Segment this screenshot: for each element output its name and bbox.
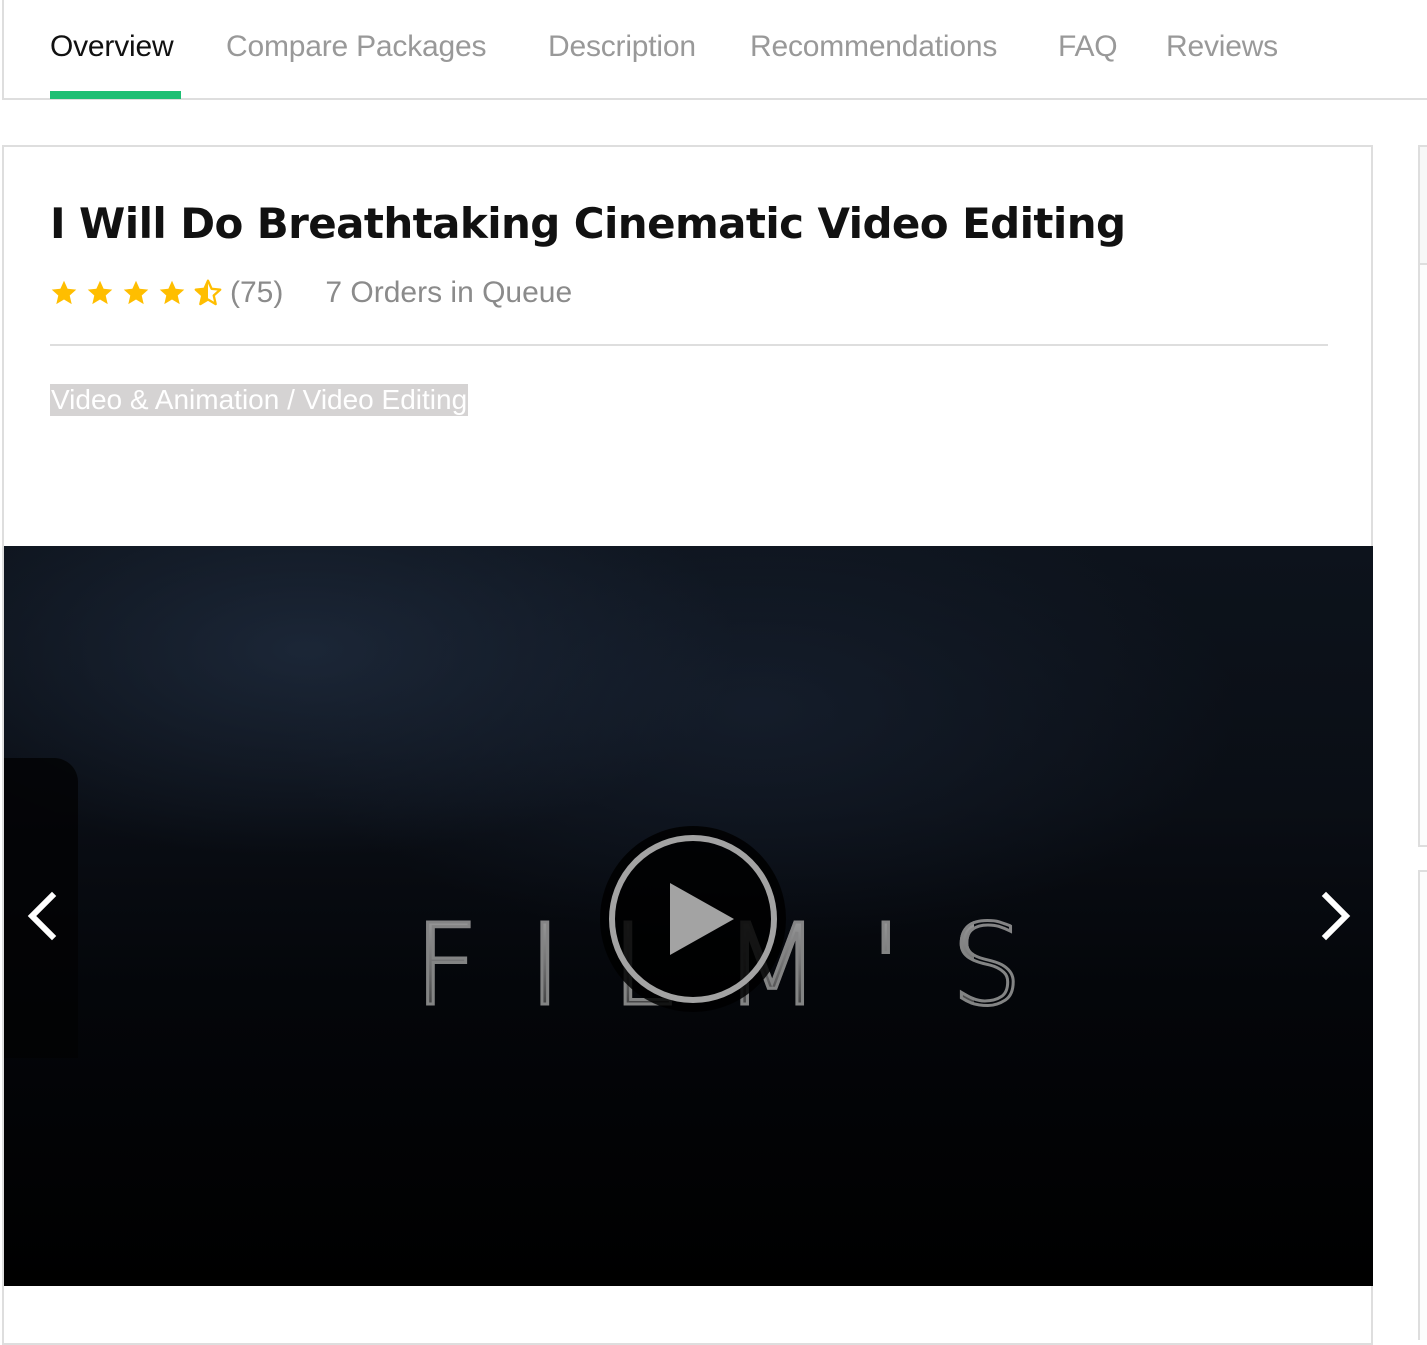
- rating-row: (75) 7 Orders in Queue: [50, 275, 572, 311]
- star-full-icon: [159, 280, 185, 305]
- tab-faq[interactable]: FAQ: [1058, 28, 1118, 66]
- star-half-icon: [194, 279, 222, 306]
- gig-title: I Will Do Breathtaking Cinematic Video E…: [50, 199, 1126, 248]
- active-tab-indicator: [50, 91, 181, 99]
- previous-slide-button[interactable]: [20, 888, 60, 944]
- gig-overview-card: I Will Do Breathtaking Cinematic Video E…: [2, 145, 1373, 1345]
- gig-video-player[interactable]: FILM'S: [4, 546, 1373, 1286]
- tab-recommendations[interactable]: Recommendations: [750, 28, 997, 66]
- tab-compare-packages[interactable]: Compare Packages: [226, 28, 486, 66]
- tab-overview[interactable]: Overview: [50, 28, 174, 66]
- category-breadcrumb[interactable]: Video & Animation / Video Editing: [50, 384, 469, 416]
- seller-contact-panel: [1418, 870, 1427, 1340]
- package-tabs-panel: [1418, 145, 1427, 265]
- orders-in-queue: 7 Orders in Queue: [325, 276, 573, 309]
- play-button[interactable]: [600, 826, 786, 1012]
- divider: [50, 344, 1328, 346]
- star-rating[interactable]: [50, 279, 222, 307]
- tab-description[interactable]: Description: [548, 28, 696, 66]
- star-full-icon: [51, 280, 77, 305]
- tab-navigation: Overview Compare Packages Description Re…: [2, 0, 1427, 100]
- star-full-icon: [123, 280, 149, 305]
- tab-reviews[interactable]: Reviews: [1166, 28, 1278, 66]
- star-full-icon: [87, 280, 113, 305]
- next-slide-button[interactable]: [1316, 888, 1356, 944]
- chevron-left-icon: [27, 891, 57, 941]
- chevron-right-icon: [1321, 891, 1351, 941]
- review-count[interactable]: (75): [230, 276, 283, 310]
- package-details-panel: [1418, 265, 1427, 847]
- play-icon: [609, 835, 777, 1003]
